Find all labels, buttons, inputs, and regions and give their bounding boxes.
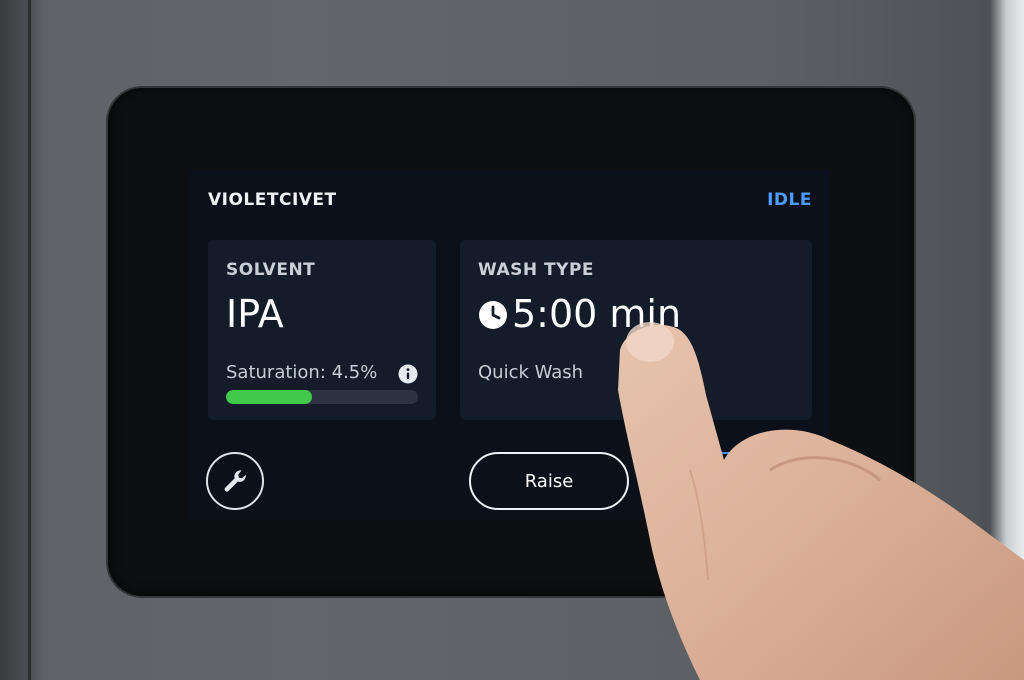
solvent-card[interactable]: SOLVENT IPA Saturation: 4.5% — [208, 240, 436, 420]
wash-type-label: WASH TYPE — [478, 260, 595, 280]
start-button[interactable]: Start — [645, 452, 805, 510]
wrench-icon — [224, 470, 246, 492]
solvent-value: IPA — [226, 292, 284, 336]
info-icon[interactable] — [398, 364, 418, 384]
saturation-bar-fill — [226, 390, 313, 404]
saturation-text: Saturation: 4.5% — [226, 362, 378, 383]
wash-type-card[interactable]: WASH TYPE 5:00 min Quick Wash — [460, 240, 812, 420]
solvent-label: SOLVENT — [226, 260, 316, 280]
raise-button[interactable]: Raise — [469, 452, 629, 510]
clock-icon — [479, 301, 507, 329]
device-name: VIOLETCIVET — [208, 190, 337, 210]
wash-mode-text: Quick Wash — [478, 362, 584, 383]
wash-time-value: 5:00 min — [478, 292, 681, 336]
panel-seam — [28, 0, 31, 680]
wash-time-text: 5:00 min — [512, 292, 682, 336]
touchscreen-display: VIOLETCIVET IDLE SOLVENT IPA Saturation:… — [190, 170, 830, 520]
status-indicator: IDLE — [767, 190, 812, 210]
tools-button[interactable] — [206, 452, 264, 510]
saturation-bar — [226, 390, 418, 404]
